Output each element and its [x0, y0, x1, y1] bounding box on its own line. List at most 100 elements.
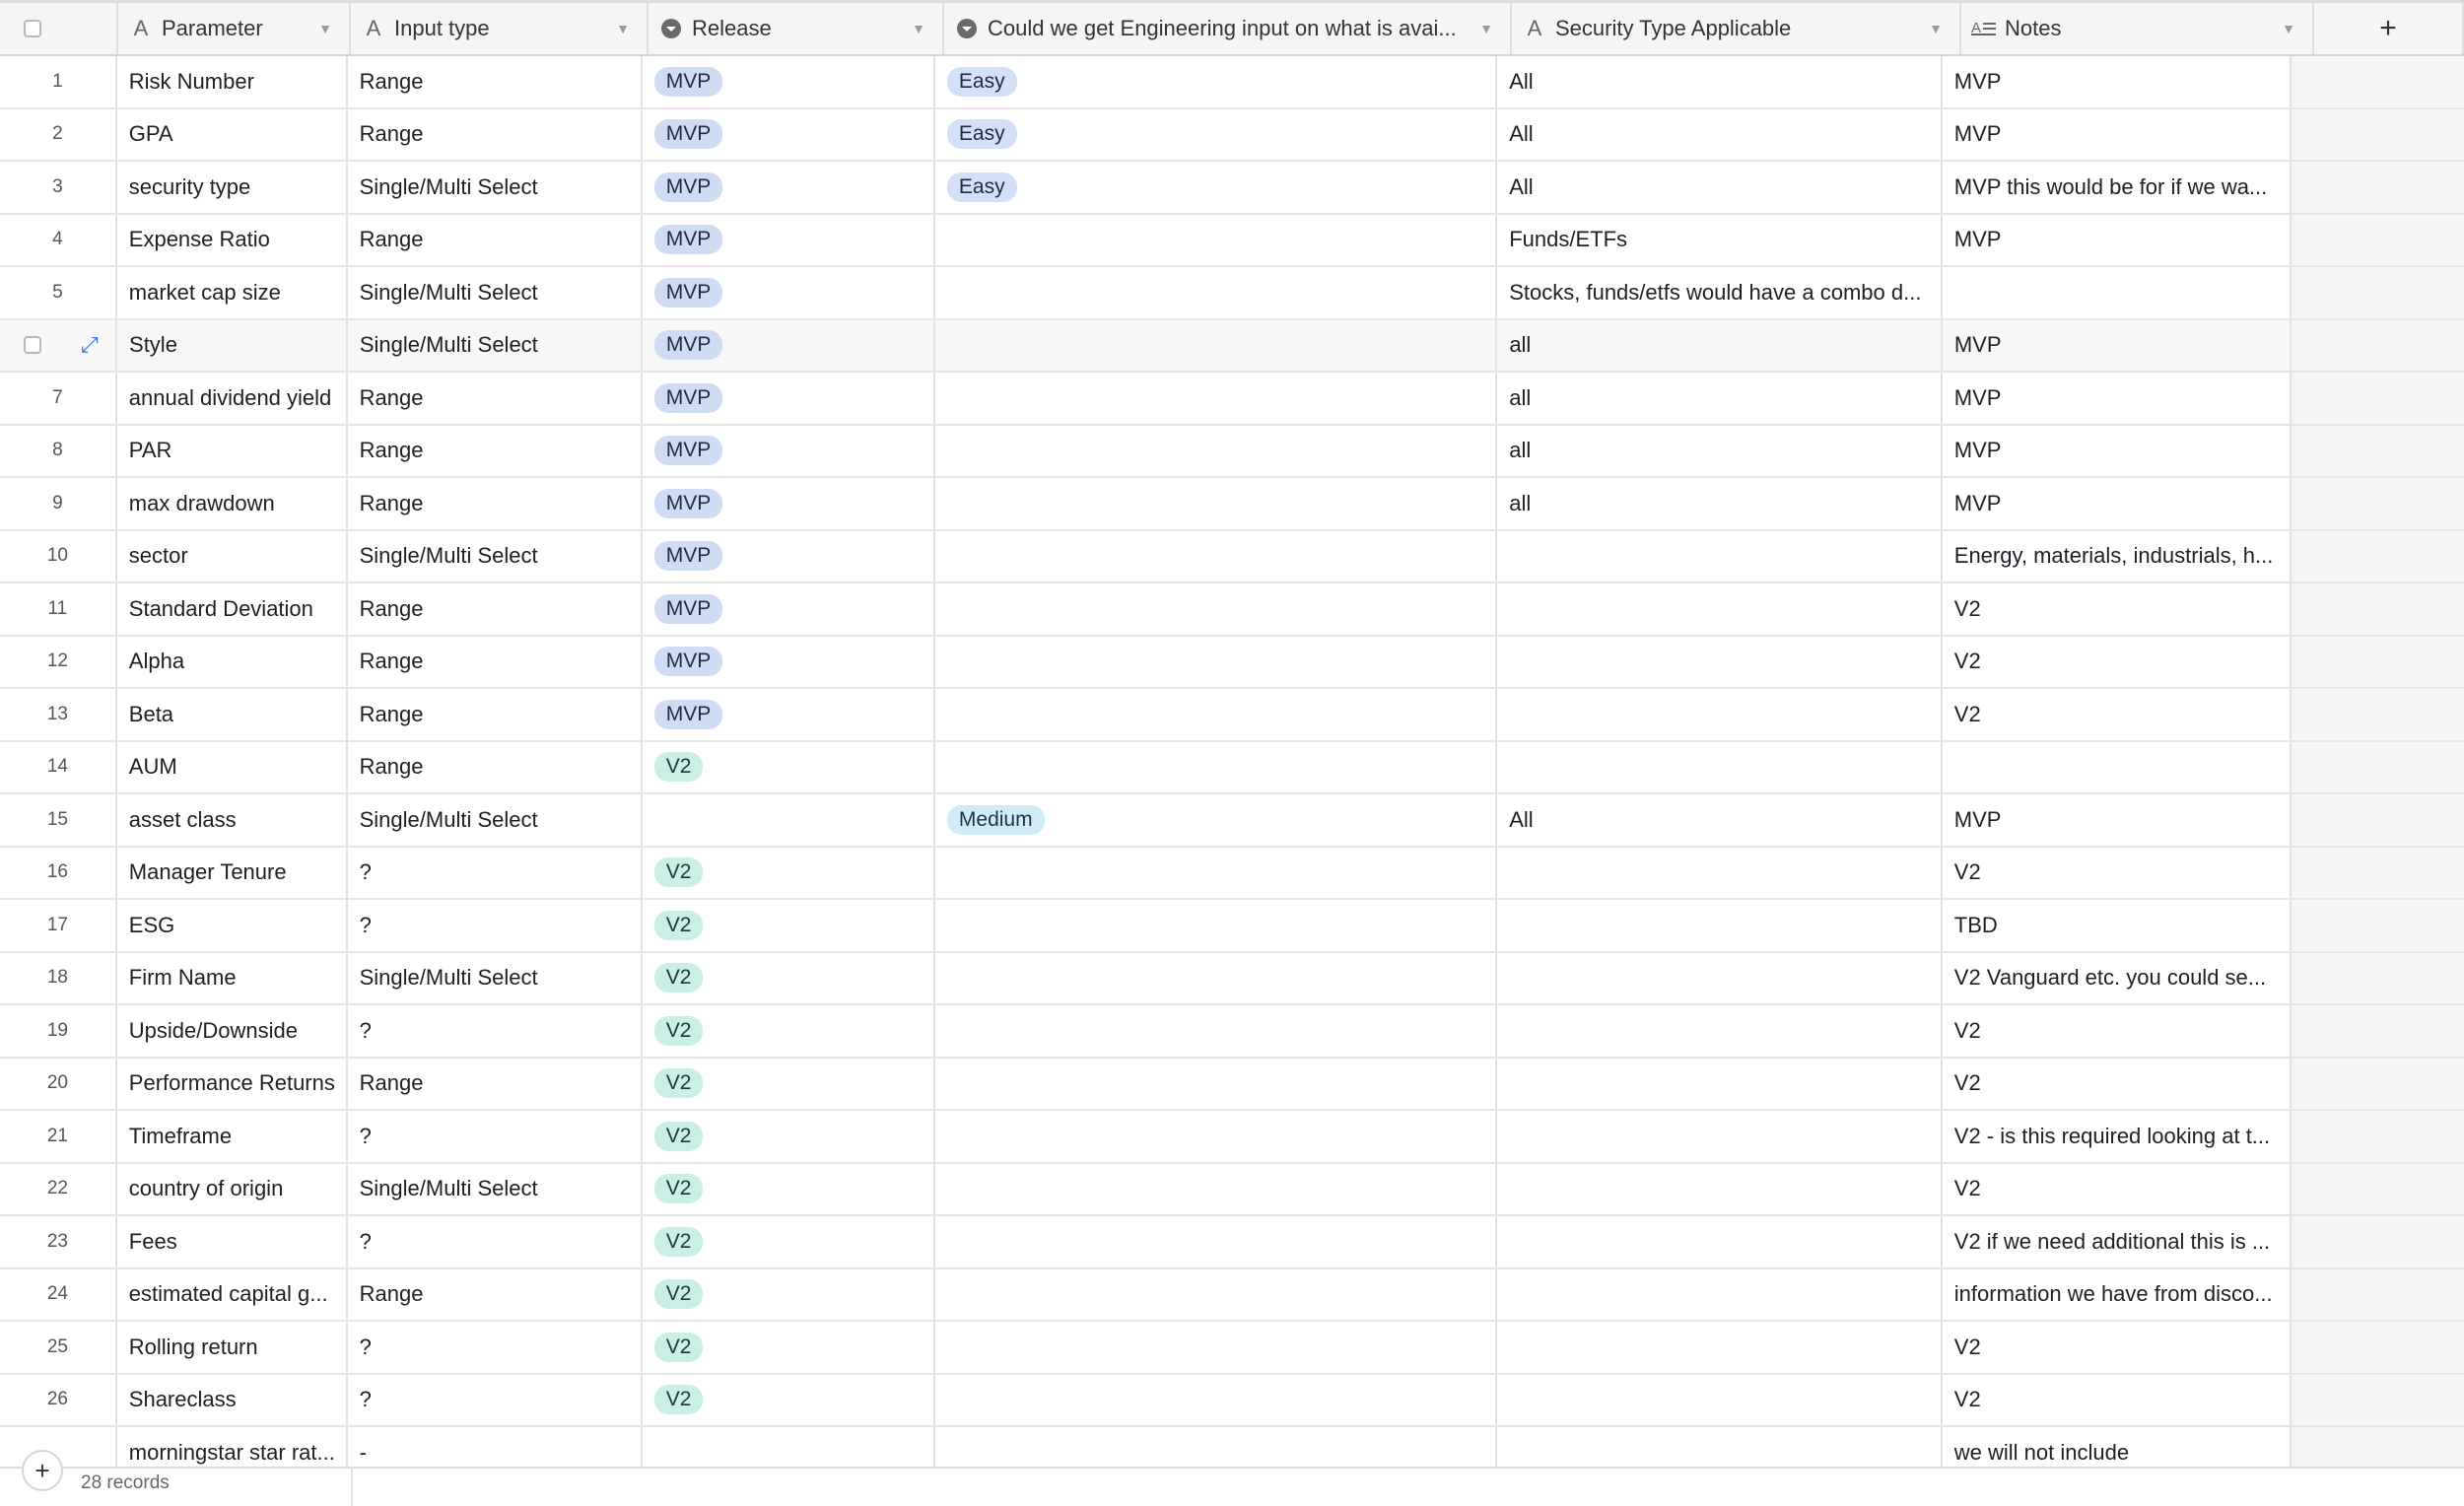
row-number-cell[interactable]: 26 — [0, 1374, 117, 1425]
release-cell[interactable]: V2 — [643, 1374, 935, 1425]
release-cell[interactable]: MVP — [643, 162, 935, 213]
notes-cell[interactable]: V2 — [1943, 1058, 2293, 1109]
release-cell[interactable]: MVP — [643, 530, 935, 582]
release-cell[interactable]: MVP — [643, 478, 935, 529]
engineering-input-cell[interactable] — [935, 1058, 1498, 1109]
row-number-cell[interactable]: 8 — [0, 425, 117, 476]
notes-cell[interactable]: MVP — [1943, 425, 2293, 476]
engineering-input-cell[interactable] — [935, 1374, 1498, 1425]
parameter-cell[interactable]: security type — [117, 162, 348, 213]
parameter-cell[interactable]: Standard Deviation — [117, 583, 348, 635]
input-type-cell[interactable]: Range — [348, 583, 643, 635]
row-number-cell[interactable]: 12 — [0, 636, 117, 687]
chevron-down-icon[interactable]: ▼ — [611, 21, 635, 36]
security-type-cell[interactable] — [1497, 1163, 1943, 1214]
table-row[interactable]: 17 ESG? V2 TBD — [0, 900, 2464, 953]
row-number-cell[interactable]: 20 — [0, 1058, 117, 1109]
row-number-cell[interactable]: 14 — [0, 741, 117, 792]
table-row[interactable]: 21 Timeframe? V2 V2 - is this required look… — [0, 1111, 2464, 1164]
security-type-cell[interactable] — [1497, 1005, 1943, 1057]
security-type-cell[interactable] — [1497, 689, 1943, 740]
security-type-cell[interactable]: all — [1497, 425, 1943, 476]
engineering-input-cell[interactable] — [935, 583, 1498, 635]
release-cell[interactable]: V2 — [643, 1163, 935, 1214]
release-cell[interactable] — [643, 794, 935, 846]
parameter-cell[interactable]: max drawdown — [117, 478, 348, 529]
row-number-cell[interactable]: 13 — [0, 689, 117, 740]
table-row[interactable]: 25 Rolling return? V2 V2 — [0, 1322, 2464, 1375]
engineering-input-cell[interactable] — [935, 1322, 1498, 1373]
notes-cell[interactable]: V2 — [1943, 1163, 2293, 1214]
engineering-input-cell[interactable] — [935, 636, 1498, 687]
security-type-cell[interactable]: all — [1497, 319, 1943, 371]
column-header-notes[interactable]: A Notes ▼ — [1961, 3, 2314, 54]
input-type-cell[interactable]: Single/Multi Select — [348, 267, 643, 318]
notes-cell[interactable]: V2 — [1943, 636, 2293, 687]
row-number-cell[interactable]: 1 — [0, 56, 117, 107]
notes-cell[interactable]: V2 — [1943, 1322, 2293, 1373]
notes-cell[interactable]: V2 - is this required looking at t... — [1943, 1111, 2293, 1162]
notes-cell[interactable]: MVP — [1943, 478, 2293, 529]
engineering-input-cell[interactable] — [935, 900, 1498, 951]
parameter-cell[interactable]: Firm Name — [117, 952, 348, 1003]
release-cell[interactable]: V2 — [643, 1216, 935, 1267]
notes-cell[interactable]: Energy, materials, industrials, h... — [1943, 530, 2293, 582]
engineering-input-cell[interactable] — [935, 847, 1498, 898]
notes-cell[interactable]: MVP — [1943, 794, 2293, 846]
notes-cell[interactable] — [1943, 741, 2293, 792]
row-number-cell[interactable]: ⤢ — [0, 319, 118, 371]
parameter-cell[interactable]: Fees — [117, 1216, 348, 1267]
notes-cell[interactable]: information we have from disco... — [1943, 1268, 2293, 1320]
expand-record-icon[interactable]: ⤢ — [81, 332, 99, 358]
engineering-input-cell[interactable] — [935, 1163, 1498, 1214]
row-number-cell[interactable]: 24 — [0, 1268, 117, 1320]
select-all-checkbox[interactable] — [24, 20, 41, 37]
input-type-cell[interactable]: Range — [348, 56, 643, 107]
notes-cell[interactable]: V2 — [1943, 847, 2293, 898]
table-row[interactable]: 12 Alpha Range MVP V2 — [0, 636, 2464, 689]
row-number-cell[interactable]: 18 — [0, 952, 117, 1003]
chevron-down-icon[interactable]: ▼ — [1924, 21, 1948, 36]
input-type-cell[interactable]: Single/Multi Select — [348, 319, 643, 371]
security-type-cell[interactable] — [1497, 741, 1943, 792]
table-row[interactable]: 16 Manager Tenure? V2 V2 — [0, 847, 2464, 900]
table-row[interactable]: 11 Standard Deviation Range MVP V2 — [0, 583, 2464, 637]
parameter-cell[interactable]: annual dividend yield — [117, 373, 348, 424]
security-type-cell[interactable]: Funds/ETFs — [1497, 214, 1943, 265]
security-type-cell[interactable]: all — [1497, 373, 1943, 424]
table-row[interactable]: 7 annual dividend yield Range MVP all MVP — [0, 373, 2464, 426]
security-type-cell[interactable] — [1497, 1058, 1943, 1109]
table-row[interactable]: 14 AUM Range V2 — [0, 741, 2464, 794]
column-header-release[interactable]: Release ▼ — [649, 3, 944, 54]
parameter-cell[interactable]: Timeframe — [117, 1111, 348, 1162]
engineering-input-cell[interactable] — [935, 267, 1498, 318]
table-row[interactable]: 20 Performance Returns Range V2 V2 — [0, 1058, 2464, 1111]
table-row[interactable]: 4 Expense Ratio Range MVP Funds/ETFs MVP — [0, 214, 2464, 267]
engineering-input-cell[interactable] — [935, 478, 1498, 529]
parameter-cell[interactable]: Risk Number — [117, 56, 348, 107]
input-type-cell[interactable]: ? — [348, 847, 643, 898]
release-cell[interactable]: V2 — [643, 741, 935, 792]
input-type-cell[interactable]: Range — [348, 373, 643, 424]
engineering-input-cell[interactable] — [935, 425, 1498, 476]
row-number-cell[interactable]: 16 — [0, 847, 117, 898]
release-cell[interactable]: MVP — [643, 267, 935, 318]
release-cell[interactable]: V2 — [643, 847, 935, 898]
row-number-cell[interactable]: 3 — [0, 162, 117, 213]
input-type-cell[interactable]: Single/Multi Select — [348, 952, 643, 1003]
release-cell[interactable]: V2 — [643, 1111, 935, 1162]
engineering-input-cell[interactable]: Easy — [935, 108, 1498, 160]
input-type-cell[interactable]: ? — [348, 1111, 643, 1162]
engineering-input-cell[interactable] — [935, 1005, 1498, 1057]
column-header-engineering-input[interactable]: Could we get Engineering input on what i… — [944, 3, 1512, 54]
chevron-down-icon[interactable]: ▼ — [907, 21, 930, 36]
row-number-cell[interactable]: 9 — [0, 478, 117, 529]
release-cell[interactable]: V2 — [643, 1058, 935, 1109]
security-type-cell[interactable] — [1497, 583, 1943, 635]
input-type-cell[interactable]: Range — [348, 1058, 643, 1109]
table-row[interactable]: 3 security type Single/Multi Select MVP Easy… — [0, 162, 2464, 215]
parameter-cell[interactable]: estimated capital g... — [117, 1268, 348, 1320]
input-type-cell[interactable]: Range — [348, 214, 643, 265]
security-type-cell[interactable] — [1497, 900, 1943, 951]
security-type-cell[interactable] — [1497, 1216, 1943, 1267]
